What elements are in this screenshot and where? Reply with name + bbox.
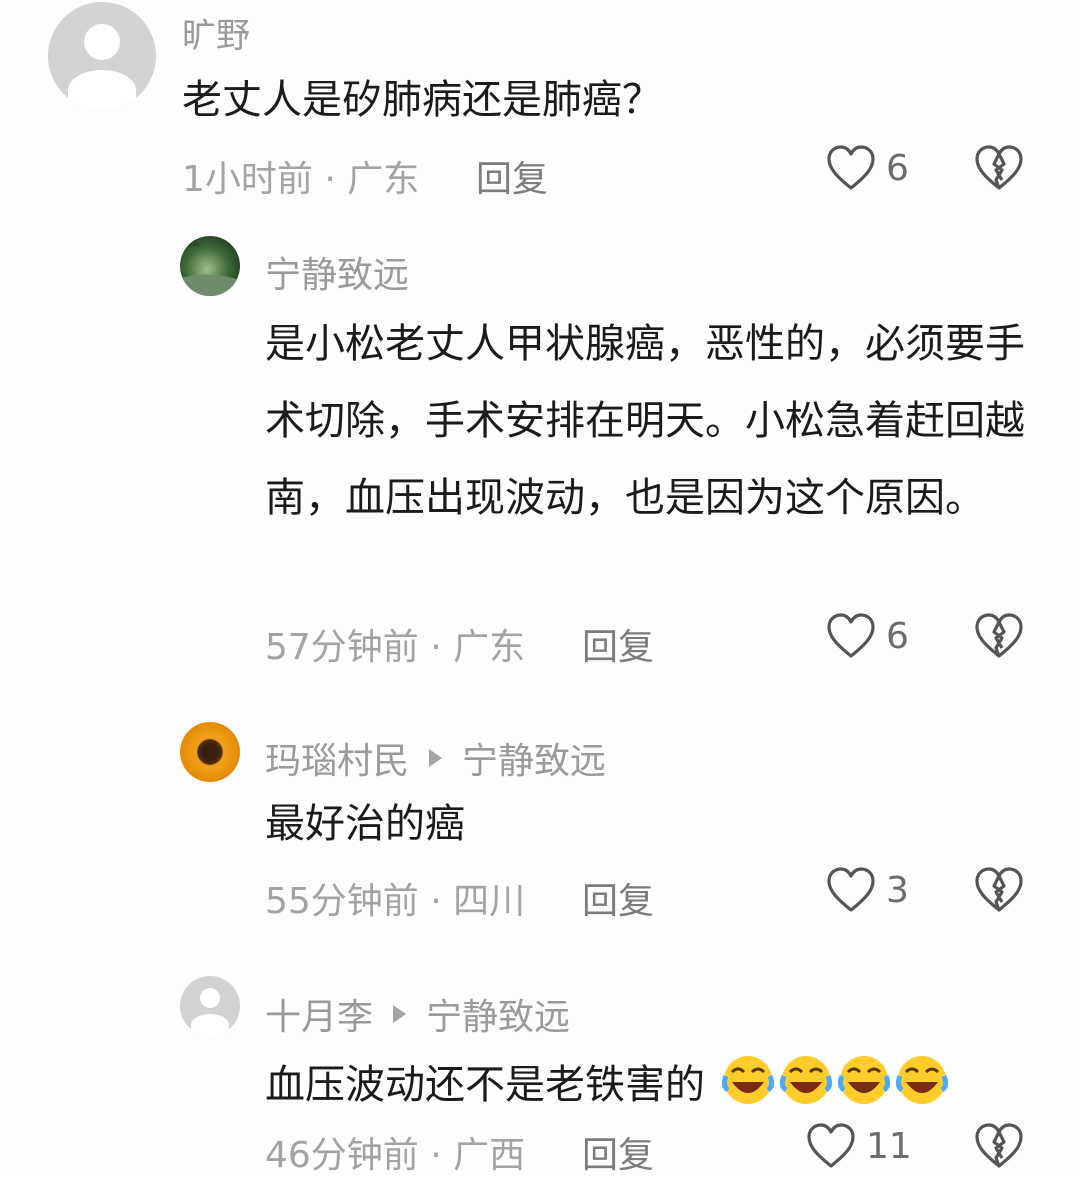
location: 广东 (453, 627, 526, 668)
location: 四川 (453, 881, 526, 922)
username[interactable]: 宁静致远 (265, 246, 409, 298)
comment-meta: 1小时前 · 广东 (182, 150, 419, 202)
heart-icon (826, 144, 876, 192)
timestamp: 1小时前 (182, 159, 313, 200)
comment-text: 最好治的癌 (265, 801, 465, 847)
reply-to-username[interactable]: 宁静致远 (462, 732, 606, 784)
avatar[interactable] (180, 236, 240, 296)
dislike-button[interactable] (974, 1122, 1024, 1174)
laughing-crying-emoji (779, 1056, 832, 1104)
like-button[interactable]: 3 (826, 866, 909, 914)
broken-heart-icon (974, 867, 1024, 918)
username-text: 十月李 (265, 997, 374, 1038)
reply-arrow-icon (393, 1005, 407, 1023)
broken-heart-icon (974, 145, 1024, 196)
heart-icon (826, 866, 876, 914)
location: 广东 (347, 159, 420, 200)
avatar[interactable] (180, 722, 240, 782)
like-count: 6 (886, 615, 909, 657)
like-button[interactable]: 6 (826, 612, 909, 660)
laughing-crying-emoji (837, 1056, 890, 1104)
username[interactable]: 玛瑙村民 宁静致远 (265, 732, 606, 784)
forest-image (180, 236, 240, 296)
like-button[interactable]: 6 (826, 144, 909, 192)
comment-text: 是小松老丈人甲状腺癌，恶性的，必须要手术切除，手术安排在明天。小松急着赶回越南，… (265, 321, 1025, 521)
meta-separator: · (312, 159, 348, 200)
comment-meta: 46分钟前 · 广西 (265, 1126, 525, 1178)
broken-heart-icon (974, 1123, 1024, 1174)
laughing-crying-emoji (721, 1056, 774, 1104)
emoji-group (705, 1056, 950, 1108)
sunflower-image (201, 743, 219, 761)
like-count: 3 (886, 869, 909, 911)
username[interactable]: 旷野 (182, 8, 250, 57)
heart-icon (826, 612, 876, 660)
username-text: 玛瑙村民 (265, 741, 410, 782)
meta-separator: · (418, 881, 454, 922)
laughing-crying-emoji (895, 1056, 948, 1104)
timestamp: 57分钟前 (265, 627, 419, 668)
username-text: 旷野 (182, 16, 250, 56)
like-count: 11 (866, 1125, 912, 1167)
comment-text: 血压波动还不是老铁害的 (265, 1052, 950, 1111)
avatar[interactable] (180, 976, 240, 1036)
location: 广西 (453, 1135, 526, 1176)
username[interactable]: 十月李 宁静致远 (265, 988, 570, 1040)
heart-icon (806, 1122, 856, 1170)
reply-to-username[interactable]: 宁静致远 (426, 988, 570, 1040)
dislike-button[interactable] (974, 612, 1024, 664)
meta-separator: · (418, 1135, 454, 1176)
dislike-button[interactable] (974, 144, 1024, 196)
reply-button[interactable]: 回复 (582, 618, 654, 670)
avatar[interactable] (48, 2, 156, 110)
comment-meta: 57分钟前 · 广东 (265, 618, 525, 670)
broken-heart-icon (974, 613, 1024, 664)
username-text: 宁静致远 (265, 255, 410, 296)
avatar-head-shape (84, 24, 120, 60)
reply-button[interactable]: 回复 (582, 1126, 654, 1178)
timestamp: 55分钟前 (265, 881, 419, 922)
comment-text: 老丈人是矽肺病还是肺癌？ (182, 77, 662, 123)
avatar-head-shape (200, 988, 220, 1008)
like-button[interactable]: 11 (806, 1122, 912, 1170)
like-count: 6 (886, 147, 909, 189)
avatar-body-shape (191, 1014, 229, 1036)
timestamp: 46分钟前 (265, 1135, 419, 1176)
comment-meta: 55分钟前 · 四川 (265, 872, 525, 924)
comment-text-body: 血压波动还不是老铁害的 (265, 1062, 705, 1108)
reply-button[interactable]: 回复 (582, 872, 654, 924)
reply-button[interactable]: 回复 (476, 150, 548, 202)
avatar-body-shape (68, 70, 136, 110)
reply-arrow-icon (429, 749, 443, 767)
meta-separator: · (418, 627, 454, 668)
dislike-button[interactable] (974, 866, 1024, 918)
